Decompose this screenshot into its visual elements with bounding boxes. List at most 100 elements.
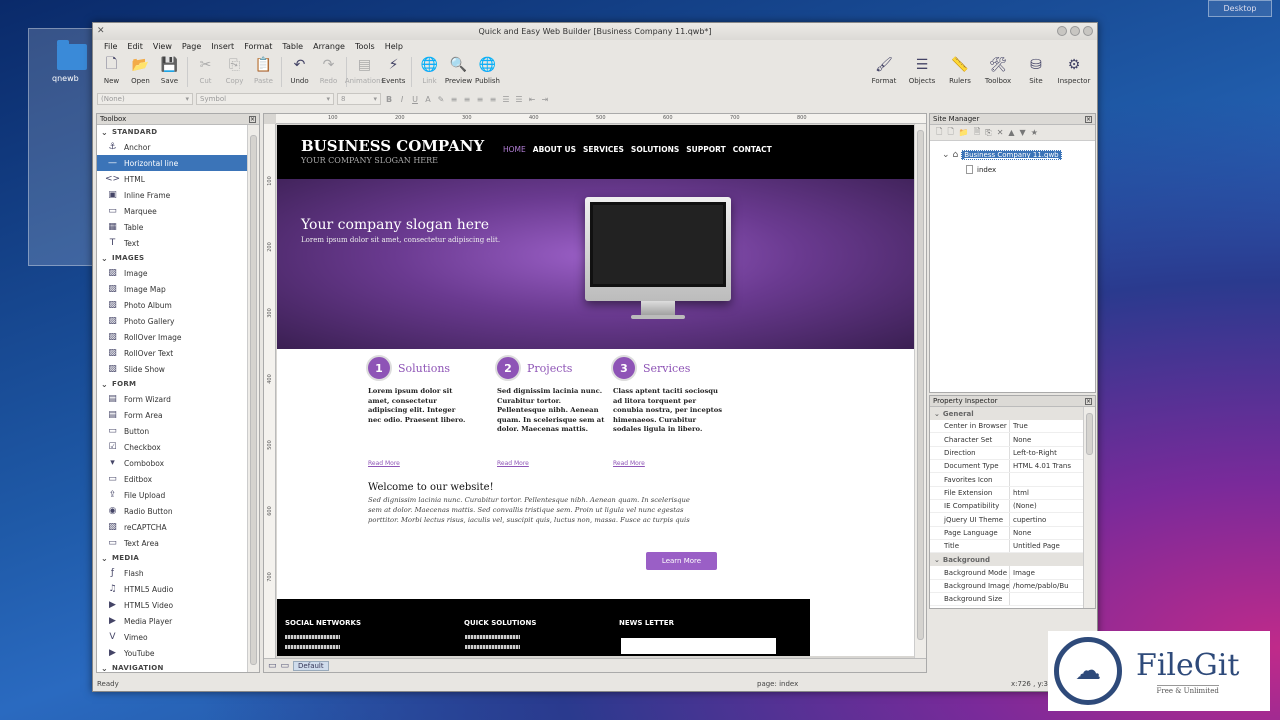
delete-icon[interactable]: ✕ [997,128,1004,137]
rulers-button[interactable]: 📏 Rulers [941,55,979,85]
toolbox-item-anchor[interactable]: ⚓ Anchor [97,139,247,155]
tree-root-label[interactable]: Business Company 11.qwb [961,150,1062,160]
site-button[interactable]: ⛁ Site [1017,55,1055,85]
footer-link[interactable] [465,645,520,649]
site-footer[interactable]: SOCIAL NETWORKS QUICK SOLUTIONS NEWS LET… [277,599,810,656]
property-row[interactable]: Direction Left-to-Right [930,446,1083,461]
toolbox-item-vimeo[interactable]: V Vimeo [97,629,247,645]
property-row[interactable]: Background Size [930,593,1083,607]
property-value[interactable] [1010,473,1083,485]
menu-insert[interactable]: Insert [206,42,239,51]
design-canvas[interactable]: BUSINESS COMPANY YOUR COMPANY SLOGAN HER… [277,125,915,656]
toolbox-category-navigation[interactable]: NAVIGATION [97,661,247,672]
editor-scrollbar[interactable] [914,124,926,660]
toolbox-item-youtube[interactable]: ▶ YouTube [97,645,247,661]
toolbox-item-inline-frame[interactable]: ▣ Inline Frame [97,187,247,203]
menu-tools[interactable]: Tools [350,42,380,51]
site-brand[interactable]: BUSINESS COMPANY [301,137,484,155]
toolbox-item-table[interactable]: ▦ Table [97,219,247,235]
footer-link[interactable] [465,635,520,639]
close-icon[interactable]: × [1085,397,1092,405]
save-icon[interactable]: 🗎 [974,126,980,140]
indent-icon[interactable]: ⇥ [540,95,550,104]
align-center-icon[interactable]: ≡ [462,95,472,104]
property-value[interactable]: /home/pablo/Bu [1010,580,1083,592]
justify-icon[interactable]: ≡ [488,95,498,104]
property-value[interactable]: HTML 4.01 Trans [1010,460,1083,472]
menu-arrange[interactable]: Arrange [308,42,350,51]
toolbox-item-text-area[interactable]: ▭ Text Area [97,535,247,551]
monitor-image[interactable] [585,197,731,301]
undo-button[interactable]: ↶ Undo [285,55,314,91]
toolbox-category-media[interactable]: MEDIA [97,551,247,565]
move-down-icon[interactable]: ▼ [1020,128,1026,137]
site-slogan[interactable]: YOUR COMPANY SLOGAN HERE [301,156,438,165]
bullet-list-icon[interactable]: ☰ [501,95,511,104]
page-props-icon[interactable]: 🗋 [947,126,953,140]
inspector-button[interactable]: ⚙ Inspector [1055,55,1093,85]
preview-button[interactable]: 🔍 Preview [444,55,473,91]
toolbox-item-photo-gallery[interactable]: ▨ Photo Gallery [97,313,247,329]
align-right-icon[interactable]: ≡ [475,95,485,104]
tab-default[interactable]: Default [293,660,329,671]
toolbox-item-rollover-image[interactable]: ▨ RollOver Image [97,329,247,345]
footer-heading[interactable]: QUICK SOLUTIONS [464,619,536,627]
cut-button[interactable]: ✂ Cut [191,55,220,91]
minimize-button[interactable] [1057,26,1067,36]
newsletter-input[interactable] [621,638,776,654]
tree-item-label[interactable]: index [977,166,996,174]
property-value[interactable]: Untitled Page [1010,540,1083,552]
property-row[interactable]: Document Type HTML 4.01 Trans [930,460,1083,474]
property-row[interactable]: IE Compatibility (None) [930,500,1083,514]
layout-icon[interactable]: ▭ [268,661,277,671]
toolbox-item-html5-audio[interactable]: ♫ HTML5 Audio [97,581,247,597]
scroll-thumb[interactable] [1086,413,1093,455]
toolbox-category-images[interactable]: IMAGES [97,251,247,265]
property-value[interactable]: Left-to-Right [1010,447,1083,459]
tree-root[interactable]: ⌄ ⌂ Business Company 11.qwb [942,150,1062,160]
toolbox-item-combobox[interactable]: ▾ Combobox [97,455,247,471]
animations-button[interactable]: ▤ Animations [345,55,384,91]
toolbox-item-file-upload[interactable]: ⇪ File Upload [97,487,247,503]
events-button[interactable]: ⚡ Events [379,55,408,91]
menu-page[interactable]: Page [177,42,206,51]
home-page-icon[interactable]: ★ [1031,128,1038,137]
toolbox-item-editbox[interactable]: ▭ Editbox [97,471,247,487]
toolbox-item-marquee[interactable]: ▭ Marquee [97,203,247,219]
toolbox-item-flash[interactable]: ƒ Flash [97,565,247,581]
property-row[interactable]: Background Image/home/pablo/Bu [930,579,1083,594]
feature-body[interactable]: Class aptent taciti sociosqu ad litora t… [613,387,723,435]
toolbox-item-form-area[interactable]: ▤ Form Area [97,407,247,423]
toolbox-item-horizontal-line[interactable]: — Horizontal line [97,155,247,171]
menu-edit[interactable]: Edit [122,42,148,51]
new-button[interactable]: 🗋 New [97,55,126,91]
nav-link-services[interactable]: SERVICES [583,145,624,154]
maximize-button[interactable] [1070,26,1080,36]
menu-help[interactable]: Help [380,42,408,51]
hero-banner[interactable]: Your company slogan here Lorem ipsum dol… [277,179,915,349]
title-bar[interactable]: ✕ Quick and Easy Web Builder [Business C… [93,23,1097,40]
toolbox-item-html5-video[interactable]: ▶ HTML5 Video [97,597,247,613]
toolbox-item-button[interactable]: ▭ Button [97,423,247,439]
toolbox-item-form-wizard[interactable]: ▤ Form Wizard [97,391,247,407]
toolbox-item-html[interactable]: <> HTML [97,171,247,187]
property-row[interactable]: jQuery UI Theme cupertino [930,513,1083,527]
toolbox-item-checkbox[interactable]: ☑ Checkbox [97,439,247,455]
property-row[interactable]: Center in Browser True [930,420,1083,434]
footer-link[interactable] [285,645,340,649]
tree-item-index[interactable]: index [966,165,996,174]
chevron-down-icon[interactable]: ⌄ [942,150,950,160]
learn-more-button[interactable]: Learn More [646,552,717,570]
paste-button[interactable]: 📋 Paste [249,55,278,91]
nav-link-home[interactable]: HOME [503,145,526,154]
save-button[interactable]: 💾 Save [155,55,184,91]
toolbox-item-image[interactable]: ▨ Image [97,265,247,281]
property-row[interactable]: File Extension html [930,486,1083,501]
toolbox-category-standard[interactable]: STANDARD [97,125,247,139]
toolbox-item-slide-show[interactable]: ▨ Slide Show [97,361,247,377]
site-nav[interactable]: HOME ABOUT US SERVICES SOLUTIONS SUPPORT CONT… [503,145,772,154]
preview-icon[interactable]: ▭ [281,661,290,671]
property-value[interactable]: Image [1010,566,1083,578]
property-value[interactable]: True [1010,420,1083,432]
font-combo[interactable]: Symbol ▾ [196,93,334,105]
